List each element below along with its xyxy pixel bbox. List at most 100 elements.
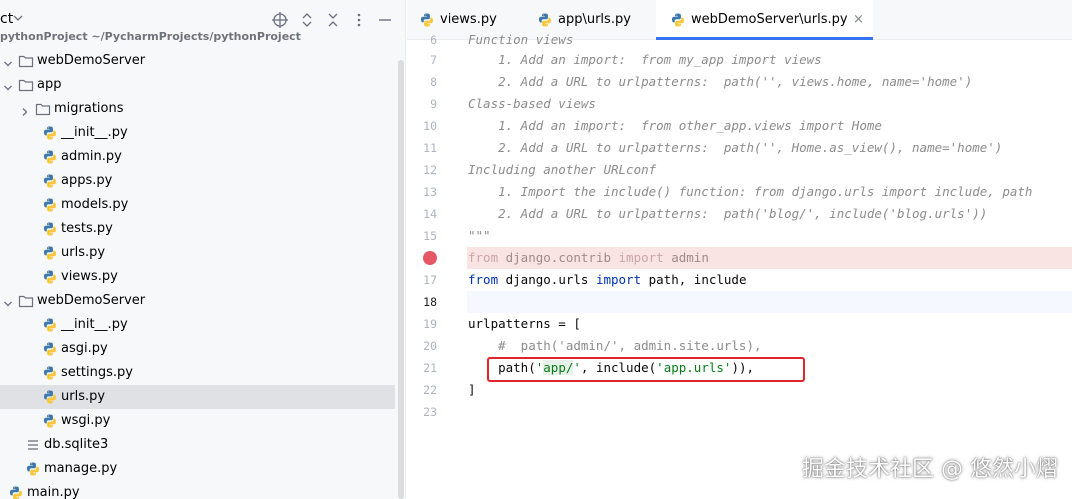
line-number: 19 (423, 317, 437, 331)
code-line-6: Function views (467, 29, 1072, 51)
tree-item-urls-py[interactable]: urls.py (0, 241, 395, 265)
line-number: 9 (430, 97, 437, 111)
chevron-down-icon[interactable] (2, 79, 14, 91)
tree-item-admin-py[interactable]: admin.py (0, 145, 395, 169)
line-number: 14 (423, 207, 437, 221)
tree-item-label: tests.py (61, 221, 113, 236)
tree-item-label: migrations (54, 101, 124, 116)
tree-item-models-py[interactable]: models.py (0, 193, 395, 217)
tree-item-settings-py[interactable]: settings.py (0, 361, 395, 385)
tree-item-label: webDemoServer (37, 53, 146, 68)
code-editor: views.py app\urls.py webDemoServer\urls.… (407, 0, 1072, 499)
line-number: 15 (423, 229, 437, 243)
line-number: 23 (423, 405, 437, 419)
code-text: ] (468, 382, 476, 397)
breakpoint-icon[interactable] (423, 251, 437, 265)
python-file-icon (25, 461, 41, 477)
python-file-icon (42, 365, 58, 381)
tree-item-init-py[interactable]: __init__.py (0, 313, 395, 337)
python-file-icon (42, 173, 58, 189)
tree-item-label: db.sqlite3 (44, 437, 109, 452)
python-file-icon (42, 413, 58, 429)
tree-item-label: main.py (27, 485, 80, 499)
code-line-20: # path('admin/', admin.site.urls), (467, 335, 1072, 357)
tree-item-label: asgi.py (61, 341, 108, 356)
code-text: 2. Add a URL to urlpatterns: path('', vi… (468, 74, 973, 89)
tree-item-label: admin.py (61, 149, 122, 164)
line-number: 6 (430, 33, 437, 47)
folder-icon (35, 101, 51, 117)
tree-item-manage-py[interactable]: manage.py (0, 457, 395, 481)
code-text: 1. Add an import: from my_app import vie… (468, 52, 822, 67)
line-number: 12 (423, 163, 437, 177)
python-file-icon (42, 197, 58, 213)
code-keyword: from (468, 250, 499, 265)
python-file-icon (539, 13, 551, 27)
code-line-16: from django.contrib import admin (467, 247, 1072, 269)
tree-item-label: models.py (61, 197, 129, 212)
python-file-icon (421, 13, 433, 27)
more-options-icon[interactable] (350, 11, 368, 29)
python-file-icon (42, 341, 58, 357)
chevron-down-icon[interactable] (2, 55, 14, 67)
chevron-down-icon[interactable] (2, 295, 14, 307)
line-number: 18 (423, 295, 437, 309)
tree-item-label: app (37, 77, 62, 92)
code-line-17: from django.urls import path, include (467, 269, 1072, 291)
python-file-icon (42, 149, 58, 165)
tree-item-label: urls.py (61, 245, 106, 260)
line-number: 22 (423, 383, 437, 397)
tree-item-app[interactable]: app (0, 73, 395, 97)
chevron-right-icon[interactable] (19, 103, 31, 116)
code-comment: # path('admin/', admin.site.urls), (468, 338, 762, 353)
tree-item-views-py[interactable]: views.py (0, 265, 395, 289)
code-line-19: urlpatterns = [ (467, 313, 1072, 335)
code-line-18 (467, 291, 1072, 313)
python-file-icon (8, 485, 24, 499)
code-keyword: import (618, 250, 664, 265)
tree-item-main-py[interactable]: main.py (0, 481, 395, 499)
annotation-highlight-box (487, 357, 805, 382)
code-text: 1. Add an import: from other_app.views i… (468, 118, 882, 133)
tree-item-db-sqlite3[interactable]: db.sqlite3 (0, 433, 395, 457)
tree-item-tests-py[interactable]: tests.py (0, 217, 395, 241)
code-line-15: """ (467, 225, 1072, 247)
python-file-icon (42, 389, 58, 405)
line-number: 10 (423, 119, 437, 133)
code-text: Class-based views (468, 96, 596, 111)
code-keyword: import (595, 272, 642, 287)
folder-icon (18, 293, 34, 309)
chevron-down-icon[interactable] (12, 12, 24, 24)
folder-icon (18, 77, 34, 93)
code-text: django.contrib (498, 250, 619, 265)
tree-item-webdemoserver[interactable]: webDemoServer (0, 289, 395, 313)
line-number: 7 (430, 53, 437, 67)
collapse-all-icon[interactable] (324, 11, 342, 29)
panel-scrollbar[interactable] (398, 60, 404, 499)
code-text: path, include (641, 272, 747, 287)
tree-item-asgi-py[interactable]: asgi.py (0, 337, 395, 361)
python-file-icon (42, 221, 58, 237)
tree-item-init-py[interactable]: __init__.py (0, 121, 395, 145)
expand-collapse-icon[interactable] (298, 11, 316, 29)
code-line-10: 1. Add an import: from other_app.views i… (467, 115, 1072, 137)
tree-item-urls-py[interactable]: urls.py (0, 385, 395, 409)
code-line-14: 2. Add a URL to urlpatterns: path('blog/… (467, 203, 1072, 225)
tree-item-apps-py[interactable]: apps.py (0, 169, 395, 193)
code-keyword: from (468, 272, 499, 287)
tree-item-wsgi-py[interactable]: wsgi.py (0, 409, 395, 433)
tree-item-label: wsgi.py (61, 413, 111, 428)
code-text: 2. Add a URL to urlpatterns: path('', Ho… (468, 140, 1003, 155)
tree-item-migrations[interactable]: migrations (0, 97, 395, 121)
code-text: django.urls (498, 272, 596, 287)
crosshair-icon[interactable] (271, 11, 289, 29)
tree-item-label: apps.py (61, 173, 113, 188)
tree-item-label: settings.py (61, 365, 133, 380)
minimize-icon[interactable] (376, 11, 394, 29)
tree-item-webdemoserver[interactable]: webDemoServer (0, 49, 395, 73)
code-text: 2. Add a URL to urlpatterns: path('blog/… (468, 206, 988, 221)
tree-item-label: __init__.py (61, 125, 128, 140)
tree-item-label: manage.py (44, 461, 118, 476)
tree-item-label: urls.py (61, 389, 106, 404)
code-text: """ (468, 228, 491, 243)
